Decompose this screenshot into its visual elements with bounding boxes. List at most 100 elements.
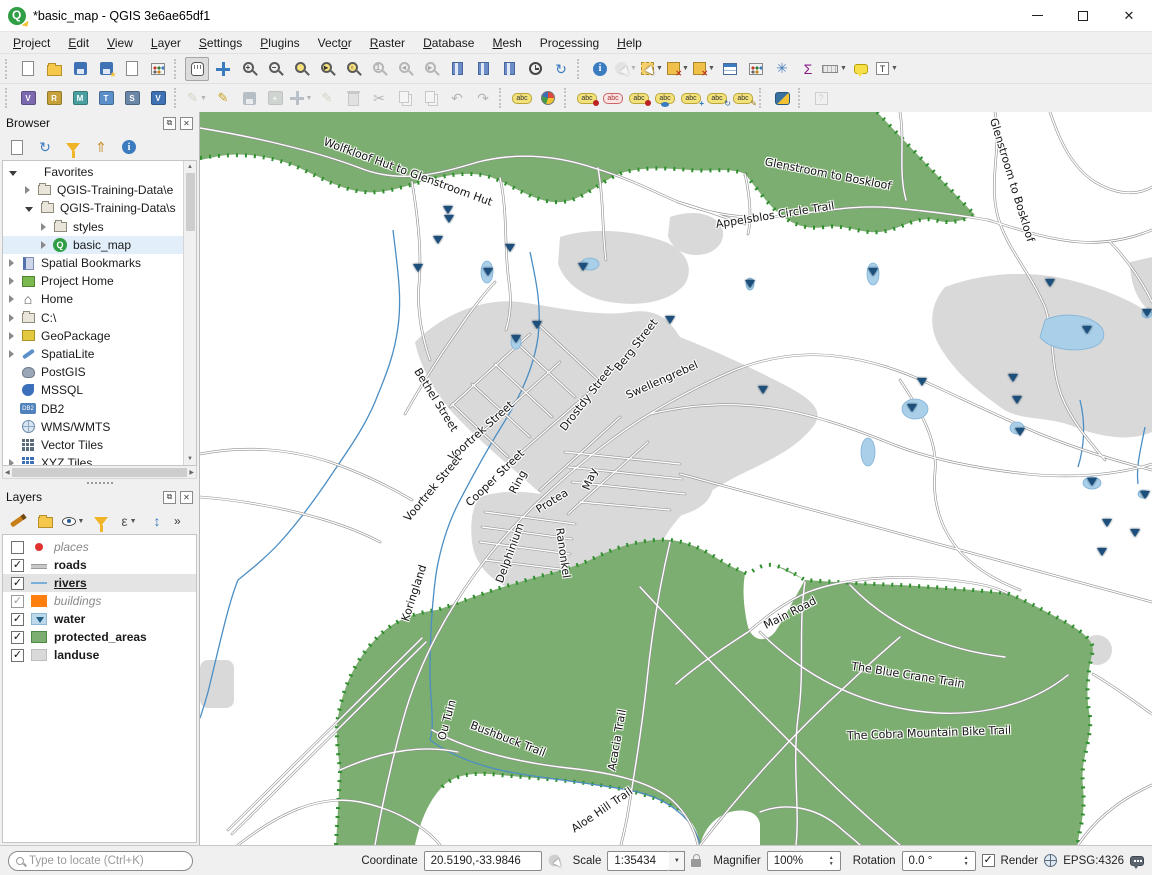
- browser-item-xyz-tiles[interactable]: XYZ Tiles: [3, 454, 183, 465]
- save-project-as-button[interactable]: [94, 57, 118, 81]
- new-spatial-bookmark-button[interactable]: [445, 57, 469, 81]
- browser-item-wms-wmts[interactable]: WMS/WMTS: [3, 418, 183, 436]
- temporal-controller-button[interactable]: [523, 57, 547, 81]
- add-feature-button[interactable]: +: [263, 86, 287, 110]
- modify-attributes-button[interactable]: [315, 86, 339, 110]
- open-layer-styling-panel-button[interactable]: [5, 509, 29, 533]
- layer-checkbox-places[interactable]: [11, 541, 24, 554]
- map-canvas[interactable]: Wolfkloof Hut to Glenstroom HutGlenstroo…: [200, 112, 1152, 845]
- layer-checkbox-landuse[interactable]: ✓: [11, 649, 24, 662]
- layer-labeling-options-button[interactable]: [510, 86, 534, 110]
- open-project-button[interactable]: [42, 57, 66, 81]
- identify-features-button[interactable]: [588, 57, 612, 81]
- browser-item-db2[interactable]: DB2: [3, 399, 183, 417]
- zoom-native-button[interactable]: 1: [367, 57, 391, 81]
- browser-item-c-[interactable]: C:\: [3, 309, 183, 327]
- current-edits-dropdown-arrow[interactable]: ▼: [200, 95, 207, 102]
- layer-row-roads[interactable]: ✓roads: [3, 556, 196, 574]
- vertex-tool-dropdown-arrow[interactable]: ▼: [306, 95, 313, 102]
- menu-vector[interactable]: Vector: [309, 34, 361, 52]
- expand-collapse-all-button[interactable]: ↕: [145, 509, 169, 533]
- scale-combo[interactable]: 1:35434 ▼: [607, 851, 685, 871]
- select-by-value-dropdown-arrow[interactable]: ▼: [682, 65, 689, 72]
- browser-collapse-all-button[interactable]: ⇑: [89, 135, 113, 159]
- minimize-button[interactable]: [1014, 0, 1060, 32]
- statistical-summary-button[interactable]: Σ: [796, 57, 820, 81]
- help-contents-button[interactable]: [809, 86, 833, 110]
- browser-item-basic-map[interactable]: basic_map: [3, 236, 183, 254]
- zoom-to-layer-button[interactable]: ▫: [341, 57, 365, 81]
- menu-processing[interactable]: Processing: [531, 34, 608, 52]
- menu-database[interactable]: Database: [414, 34, 483, 52]
- browser-item-geopackage[interactable]: GeoPackage: [3, 327, 183, 345]
- layer-row-places[interactable]: places: [3, 538, 196, 556]
- pin-unpin-labels-button[interactable]: [575, 86, 599, 110]
- zoom-to-selection-button[interactable]: ▸: [315, 57, 339, 81]
- messages-icon[interactable]: [1130, 856, 1144, 866]
- magnifier-spinbox[interactable]: 100% ▲▼: [767, 851, 841, 871]
- map-tips-button[interactable]: [849, 57, 873, 81]
- menu-help[interactable]: Help: [608, 34, 651, 52]
- scale-dropdown-arrow[interactable]: ▼: [669, 851, 685, 871]
- select-features-button[interactable]: ▼: [640, 57, 664, 81]
- menu-view[interactable]: View: [98, 34, 142, 52]
- toggle-editing-button[interactable]: [211, 86, 235, 110]
- tree-expand-arrow[interactable]: [9, 277, 14, 285]
- tree-expand-arrow[interactable]: [9, 259, 14, 267]
- browser-close-button[interactable]: ✕: [180, 117, 193, 130]
- add-group-button[interactable]: [33, 509, 57, 533]
- measure-dropdown-arrow[interactable]: ▼: [840, 65, 847, 72]
- pan-to-selection-button[interactable]: [211, 57, 235, 81]
- layer-row-landuse[interactable]: ✓landuse: [3, 646, 196, 664]
- browser-item-spatialite[interactable]: SpatiaLite: [3, 345, 183, 363]
- add-vector-layer-button[interactable]: V: [16, 86, 40, 110]
- style-manager-button[interactable]: [146, 57, 170, 81]
- text-annotation-button[interactable]: ▼: [875, 57, 899, 81]
- filter-by-expression-button[interactable]: ε▼: [117, 509, 141, 533]
- close-button[interactable]: ✕: [1106, 0, 1152, 32]
- tree-expand-arrow[interactable]: [41, 223, 46, 231]
- tree-expand-arrow[interactable]: [41, 241, 46, 249]
- coordinate-extent-icon[interactable]: [548, 855, 560, 867]
- show-hidden-labels-button[interactable]: [653, 86, 677, 110]
- browser-item-favorites[interactable]: Favorites: [3, 163, 183, 181]
- menu-plugins[interactable]: Plugins: [251, 34, 308, 52]
- show-spatial-bookmarks-button[interactable]: [471, 57, 495, 81]
- redo-button[interactable]: ↷: [471, 86, 495, 110]
- layer-row-rivers[interactable]: ✓rivers: [3, 574, 196, 592]
- layer-checkbox-roads[interactable]: ✓: [11, 559, 24, 572]
- deselect-features-button[interactable]: ▼: [692, 57, 716, 81]
- open-data-source-manager-button[interactable]: V: [146, 86, 170, 110]
- add-mesh-layer-button[interactable]: M: [68, 86, 92, 110]
- run-feature-action-dropdown-arrow[interactable]: ▼: [630, 65, 637, 72]
- browser-vscrollbar[interactable]: ▲ ▼: [183, 161, 196, 465]
- show-hide-labels-button[interactable]: [627, 86, 651, 110]
- undo-button[interactable]: ↶: [445, 86, 469, 110]
- highlight-pinned-labels-button[interactable]: [601, 86, 625, 110]
- add-spatialite-layer-button[interactable]: S: [120, 86, 144, 110]
- manage-map-themes-dropdown-arrow[interactable]: ▼: [78, 518, 85, 525]
- browser-item-home[interactable]: Home: [3, 290, 183, 308]
- python-console-button[interactable]: [770, 86, 794, 110]
- current-edits-button[interactable]: ▼: [185, 86, 209, 110]
- panel-splitter[interactable]: [0, 479, 199, 486]
- scale-lock-icon[interactable]: [691, 859, 701, 867]
- tree-expand-arrow[interactable]: [25, 186, 30, 194]
- move-label-button[interactable]: [679, 86, 703, 110]
- paste-features-button[interactable]: [419, 86, 443, 110]
- tree-expand-arrow[interactable]: [9, 459, 14, 465]
- zoom-last-button[interactable]: ◂: [393, 57, 417, 81]
- tree-expand-arrow[interactable]: [9, 314, 14, 322]
- crs-globe-icon[interactable]: [1044, 854, 1057, 867]
- menu-mesh[interactable]: Mesh: [483, 34, 530, 52]
- delete-selected-button[interactable]: [341, 86, 365, 110]
- maximize-button[interactable]: [1060, 0, 1106, 32]
- rotation-spinbox[interactable]: 0.0 ° ▲▼: [902, 851, 976, 871]
- browser-add-selected-layers-button[interactable]: [5, 135, 29, 159]
- refresh-map-button[interactable]: ↻: [549, 57, 573, 81]
- save-layer-edits-button[interactable]: [237, 86, 261, 110]
- layer-checkbox-rivers[interactable]: ✓: [11, 577, 24, 590]
- text-annotation-dropdown-arrow[interactable]: ▼: [891, 65, 898, 72]
- coordinate-input[interactable]: 20.5190,-33.9846: [424, 851, 542, 871]
- layer-checkbox-protected_areas[interactable]: ✓: [11, 631, 24, 644]
